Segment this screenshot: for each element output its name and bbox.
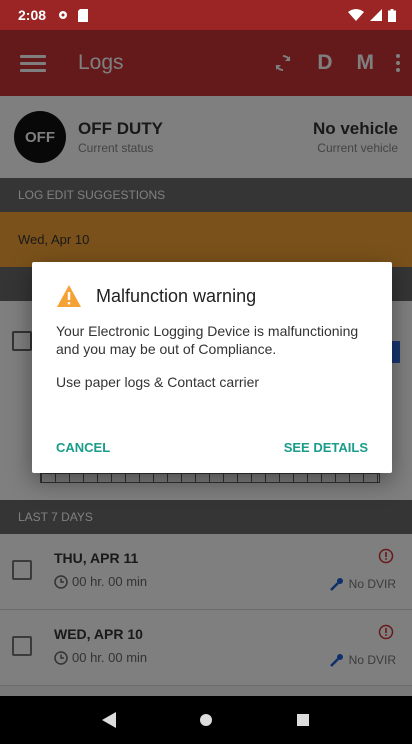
dialog-message: Your Electronic Logging Device is malfun… [56, 323, 359, 357]
sd-card-icon [78, 8, 89, 22]
status-bar: 2:08 [0, 0, 412, 30]
status-time: 2:08 [18, 7, 47, 23]
signal-icon [370, 9, 382, 21]
battery-icon [388, 8, 396, 22]
home-icon[interactable] [199, 713, 213, 727]
warning-icon [57, 285, 81, 307]
system-nav-bar [0, 696, 412, 744]
back-icon[interactable] [101, 712, 116, 728]
gear-icon [59, 11, 68, 19]
wifi-icon [348, 9, 364, 21]
cancel-button[interactable]: CANCEL [56, 440, 110, 455]
malfunction-dialog: Malfunction warning Your Electronic Logg… [32, 262, 392, 473]
see-details-button[interactable]: SEE DETAILS [284, 440, 368, 455]
recents-icon[interactable] [296, 713, 310, 727]
dialog-title: Malfunction warning [96, 285, 257, 306]
dialog-instruction: Use paper logs & Contact carrier [56, 374, 260, 390]
